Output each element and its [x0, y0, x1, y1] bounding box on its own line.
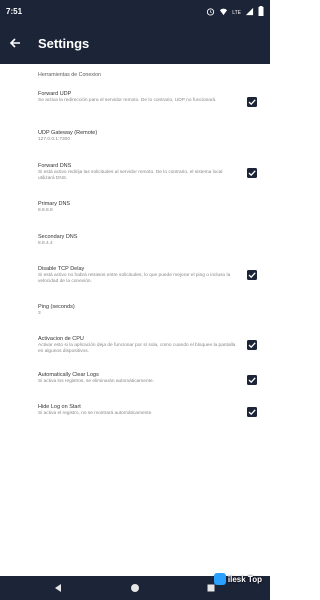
setting-secondary-dns[interactable]: Secondary DNS 8.8.4.4 — [38, 234, 238, 247]
battery-icon — [258, 6, 264, 19]
setting-udp-gateway[interactable]: UDP Gateway (Remote) 127.0.0.1:7300 — [38, 130, 238, 143]
setting-summary: 8.8.4.4 — [38, 241, 53, 246]
setting-title: Automatically Clear Logs — [38, 372, 99, 378]
app-bar: Settings — [0, 24, 270, 64]
setting-summary: 8.8.8.8 — [38, 208, 53, 213]
setting-title: Primary DNS — [38, 201, 71, 207]
network-type: LTE — [232, 9, 241, 16]
signal-icon — [245, 7, 254, 19]
setting-summary: Si activa los registros, se eliminarán a… — [38, 379, 154, 384]
setting-summary: Activar esto si la aplicación deja de fu… — [38, 343, 236, 354]
watermark-text: ilesk Top — [227, 574, 262, 584]
disable-tcp-delay-checkbox[interactable] — [247, 270, 257, 280]
setting-title: UDP Gateway (Remote) — [38, 130, 98, 136]
hide-log-on-start-checkbox[interactable] — [247, 407, 257, 417]
setting-title: Ping (seconds) — [38, 304, 75, 310]
back-arrow-icon[interactable] — [9, 34, 21, 54]
setting-summary: Si está activo no habrá retrasos entre s… — [38, 273, 231, 284]
nav-home-icon[interactable] — [129, 581, 141, 599]
cpu-activation-checkbox[interactable] — [247, 340, 257, 350]
setting-title: Secondary DNS — [38, 234, 78, 240]
setting-hide-log-on-start[interactable]: Hide Log on Start Si activa el registro,… — [38, 404, 238, 417]
setting-summary: Si está activo redirija las solicitudes … — [38, 170, 223, 181]
wifi-icon — [219, 7, 228, 19]
setting-title: Activacion de CPU — [38, 336, 84, 342]
setting-summary: 3 — [38, 311, 41, 316]
setting-summary: Si activa el registro, no se mostrará au… — [38, 411, 153, 416]
page-title: Settings — [38, 36, 90, 51]
watermark-mark-icon — [213, 573, 226, 585]
setting-forward-udp[interactable]: Forward UDP Se activa la redirección par… — [38, 91, 238, 104]
setting-auto-clear-logs[interactable]: Automatically Clear Logs Si activa los r… — [38, 372, 238, 385]
setting-ping[interactable]: Ping (seconds) 3 — [38, 304, 238, 317]
status-icons: LTE — [206, 6, 264, 19]
setting-cpu-activation[interactable]: Activacion de CPU Activar esto si la apl… — [38, 336, 238, 355]
nav-back-icon[interactable] — [52, 581, 64, 599]
setting-forward-dns[interactable]: Forward DNS Si está activo redirija las … — [38, 163, 238, 182]
status-time: 7:51 — [6, 7, 23, 16]
setting-title: Forward DNS — [38, 163, 72, 169]
setting-summary: Se activa la redirección para el servido… — [38, 98, 217, 103]
setting-title: Disable TCP Delay — [38, 266, 85, 272]
forward-udp-checkbox[interactable] — [247, 97, 257, 107]
forward-dns-checkbox[interactable] — [247, 168, 257, 178]
watermark-logo: ilesk Top — [213, 573, 262, 585]
auto-clear-logs-checkbox[interactable] — [247, 375, 257, 385]
setting-disable-tcp-delay[interactable]: Disable TCP Delay Si está activo no habr… — [38, 266, 238, 285]
setting-primary-dns[interactable]: Primary DNS 8.8.8.8 — [38, 201, 238, 214]
alarm-icon — [206, 7, 215, 19]
setting-title: Forward UDP — [38, 91, 72, 97]
settings-list[interactable]: Herramientas de Conexion Forward UDP Se … — [0, 64, 270, 576]
setting-title: Hide Log on Start — [38, 404, 81, 410]
section-header: Herramientas de Conexion — [38, 72, 102, 78]
setting-summary: 127.0.0.1:7300 — [38, 137, 71, 142]
status-bar: 7:51 LTE — [0, 0, 270, 24]
